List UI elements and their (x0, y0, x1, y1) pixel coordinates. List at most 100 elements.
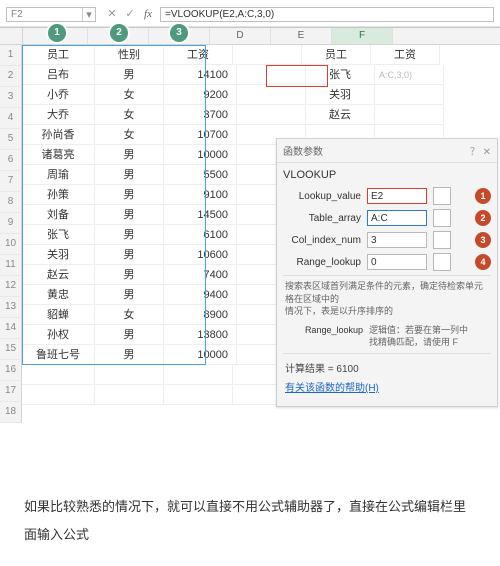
cell[interactable]: 小乔 (22, 85, 95, 105)
cell[interactable]: 10000 (164, 345, 237, 365)
row-header[interactable]: 10 (0, 234, 22, 255)
cell[interactable]: 吕布 (22, 65, 95, 85)
cell[interactable]: 5500 (164, 165, 237, 185)
cell[interactable]: 8900 (164, 305, 237, 325)
cell[interactable] (237, 105, 306, 125)
close-icon[interactable]: ？ ✕ (470, 143, 491, 158)
cell[interactable]: 员工 (302, 45, 371, 65)
row-header[interactable]: 6 (0, 150, 22, 171)
cell[interactable]: 女 (95, 105, 164, 125)
cell[interactable]: 9400 (164, 285, 237, 305)
cell[interactable]: 鲁班七号 (22, 345, 95, 365)
cell[interactable] (237, 85, 306, 105)
cell[interactable] (22, 365, 95, 385)
cell[interactable]: 工资 (164, 45, 233, 65)
cell[interactable]: 女 (95, 125, 164, 145)
cell[interactable]: 工资 (371, 45, 440, 65)
cell[interactable]: 男 (95, 285, 164, 305)
cell[interactable]: 张飞 (306, 65, 375, 85)
cell[interactable] (233, 45, 302, 65)
cell[interactable]: 男 (95, 205, 164, 225)
cell[interactable]: 14100 (164, 65, 237, 85)
row-header[interactable]: 12 (0, 276, 22, 297)
col-header[interactable]: E (271, 28, 332, 44)
row-header[interactable]: 16 (0, 360, 22, 381)
row-header[interactable]: 2 (0, 66, 22, 87)
cell[interactable] (95, 385, 164, 405)
cell[interactable]: 男 (95, 245, 164, 265)
cell[interactable]: 关羽 (306, 85, 375, 105)
row-header[interactable]: 9 (0, 213, 22, 234)
cell[interactable]: 男 (95, 145, 164, 165)
cell[interactable] (164, 385, 233, 405)
range-picker-icon[interactable] (433, 187, 451, 205)
row-header[interactable]: 8 (0, 192, 22, 213)
cell[interactable] (375, 105, 444, 125)
row-header[interactable]: 4 (0, 108, 22, 129)
cancel-icon[interactable]: ✕ (104, 6, 120, 22)
cell[interactable]: 貂蝉 (22, 305, 95, 325)
name-box-dropdown-icon[interactable]: ▾ (82, 8, 95, 21)
formula-bar[interactable]: =VLOOKUP(E2,A:C,3,0) (160, 7, 494, 22)
cell[interactable]: 周瑜 (22, 165, 95, 185)
cell[interactable]: 10600 (164, 245, 237, 265)
col-header[interactable]: F (332, 28, 393, 44)
confirm-icon[interactable]: ✓ (122, 6, 138, 22)
cell[interactable]: 孙尚香 (22, 125, 95, 145)
cell[interactable]: 性别 (95, 45, 164, 65)
range-lookup-input[interactable]: 0 (367, 254, 427, 270)
cell[interactable]: 男 (95, 345, 164, 365)
lookup-value-input[interactable]: E2 (367, 188, 427, 204)
row-header[interactable]: 18 (0, 402, 22, 423)
cell[interactable] (375, 85, 444, 105)
cell[interactable] (22, 385, 95, 405)
cell[interactable]: 女 (95, 305, 164, 325)
table-array-input[interactable]: A:C (367, 210, 427, 226)
select-all-corner[interactable] (0, 28, 23, 44)
cell[interactable]: 黄忠 (22, 285, 95, 305)
cell[interactable]: 10700 (164, 125, 237, 145)
row-header[interactable]: 5 (0, 129, 22, 150)
help-link[interactable]: 有关该函数的帮助(H) (285, 383, 379, 394)
cell[interactable]: 男 (95, 265, 164, 285)
cell[interactable]: A:C,3,0) (375, 65, 444, 85)
cell[interactable]: 3700 (164, 105, 237, 125)
cell[interactable]: 男 (95, 325, 164, 345)
cell[interactable]: 诸葛亮 (22, 145, 95, 165)
function-arguments-dialog[interactable]: 函数参数 ？ ✕ VLOOKUP Lookup_value E2 1 Table… (276, 138, 498, 407)
row-header[interactable]: 14 (0, 318, 22, 339)
cell[interactable]: 刘备 (22, 205, 95, 225)
cell[interactable]: 孙权 (22, 325, 95, 345)
col-header[interactable]: D (210, 28, 271, 44)
cell[interactable]: 张飞 (22, 225, 95, 245)
cell[interactable]: 赵云 (306, 105, 375, 125)
cell[interactable]: 10000 (164, 145, 237, 165)
cell[interactable] (164, 365, 233, 385)
name-box[interactable]: F2 ▾ (6, 7, 96, 22)
cell[interactable]: 孙策 (22, 185, 95, 205)
cell[interactable]: 关羽 (22, 245, 95, 265)
row-header[interactable]: 7 (0, 171, 22, 192)
cell[interactable]: 员工 (22, 45, 95, 65)
cell[interactable]: 男 (95, 185, 164, 205)
cell[interactable]: 女 (95, 85, 164, 105)
cell[interactable]: 男 (95, 65, 164, 85)
cell[interactable]: 13800 (164, 325, 237, 345)
cell[interactable]: 大乔 (22, 105, 95, 125)
row-header[interactable]: 11 (0, 255, 22, 276)
cell[interactable]: 7400 (164, 265, 237, 285)
range-picker-icon[interactable] (433, 231, 451, 249)
row-header[interactable]: 13 (0, 297, 22, 318)
row-header[interactable]: 3 (0, 87, 22, 108)
cell[interactable]: 男 (95, 165, 164, 185)
cell[interactable] (95, 365, 164, 385)
range-picker-icon[interactable] (433, 253, 451, 271)
row-header[interactable]: 15 (0, 339, 22, 360)
row-header[interactable]: 1 (0, 45, 22, 66)
cell[interactable]: 赵云 (22, 265, 95, 285)
cell[interactable]: 6100 (164, 225, 237, 245)
row-header[interactable]: 17 (0, 381, 22, 402)
range-picker-icon[interactable] (433, 209, 451, 227)
cell[interactable]: 14500 (164, 205, 237, 225)
cell[interactable]: 9200 (164, 85, 237, 105)
